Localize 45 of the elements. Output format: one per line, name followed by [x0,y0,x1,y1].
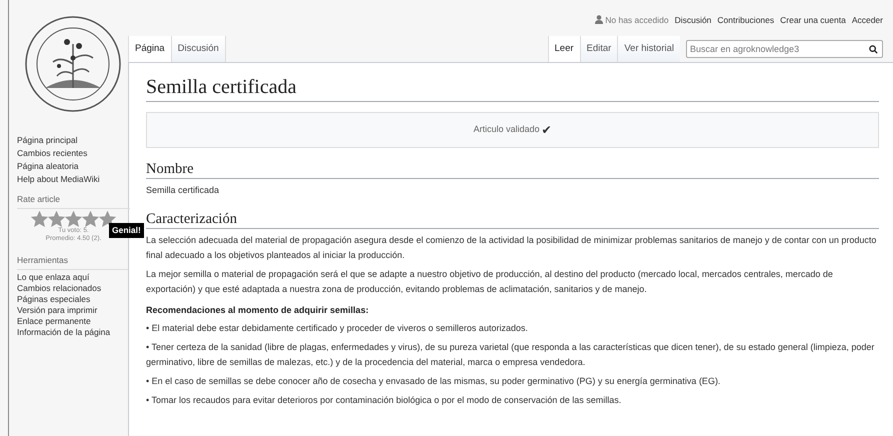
user-icon [595,15,604,24]
personal-link[interactable]: Acceder [852,14,883,27]
paragraph: Semilla certificada [146,184,220,197]
subheading: Recomendaciones al momento de adquirir semillas: [146,304,370,317]
sidebar-link[interactable]: Enlace permanente [17,316,130,326]
page-tab[interactable]: Editar [580,36,618,62]
page-tab[interactable]: Ver historial [617,36,680,62]
paragraph: La mejor semilla o material de propagación será el que se adapte a nuestro objetivo de producción, al destino del producto (mercado local, mercados centrales, mercado de exportación) y que esté adaptada a nuestra zona de producción, evitando problemas de aclimatación, sanitarios y de manejo. [146,268,834,296]
tools-heading: Herramientas [17,255,70,266]
paragraph: • El material debe estar debidamente certificado y proceder de viveros o semilleros autorizados. [146,322,529,335]
sidebar-link[interactable]: Página principal [17,134,130,146]
notice-text: Articulo validado [473,123,540,136]
sidebar-link[interactable]: Información de la página [17,327,130,337]
paragraph: • Tomar los recaudos para evitar deterioros por contaminación biológica o por el modo de conservación de las semillas. [146,394,622,407]
page-tab[interactable]: Discusión [170,36,225,62]
paragraph: • Tener certeza de la sanidad (libre de plagas, enfermedades y virus), de su pureza varietal (que responda a las características que dicen tener), de su estado general (limpieza, poder germinativo, libre de semillas de malezas, etc.) y de la procedencia del material, marca o empresa vendedora. [146,341,876,369]
sidebar-link[interactable]: Cambios recientes [17,147,130,159]
section-heading: Nombre [146,161,879,179]
sidebar-link[interactable]: Help about MediaWiki [17,173,130,185]
sidebar-link[interactable]: Páginas especiales [17,294,130,304]
paragraph: • En el caso de semillas se debe conocer año de cosecha y envasado de las mismas, su poder germinativo (PG) y su energía germinativa (EG). [146,375,722,388]
sidebar-link[interactable]: Versión para imprimir [17,305,130,315]
section-heading: Caracterización [146,211,879,229]
personal-link[interactable]: Discusión [674,14,712,27]
sidebar-link[interactable]: Lo que enlaza aquí [17,272,130,282]
rating-heading: Rate article [17,194,61,205]
personal-link[interactable]: Contribuciones [717,14,774,27]
star-icon[interactable] [65,211,82,227]
sidebar-link[interactable]: Cambios relacionados [17,283,130,293]
sidebar-link[interactable]: Página aleatoria [17,160,130,172]
star-icon[interactable] [48,211,65,227]
page-tab[interactable]: Leer [548,36,580,62]
check-mark: ✔ [542,122,552,139]
star-icon[interactable] [99,211,116,227]
login-status: No has accedido [605,14,669,27]
search-icon[interactable] [869,44,878,54]
search-field[interactable]: Buscar en agroknowledge3 [686,40,883,58]
personal-link[interactable]: Crear una cuenta [780,14,846,27]
logo-drawing[interactable] [22,14,122,114]
star-icon[interactable] [82,211,99,227]
tooltip: Genial! [109,223,144,238]
star-icon[interactable] [31,211,48,227]
page-tab[interactable]: Página [128,36,171,62]
paragraph: La selección adecuada del material de propagación asegura desde el comienzo de la actividad la posibilidad de minimizar problemas sanitarios de manejo y de contar con un producto final adecuado a los objetivos planteados al iniciar la producción. [146,234,878,262]
page-title: Semilla certificada [146,75,879,102]
